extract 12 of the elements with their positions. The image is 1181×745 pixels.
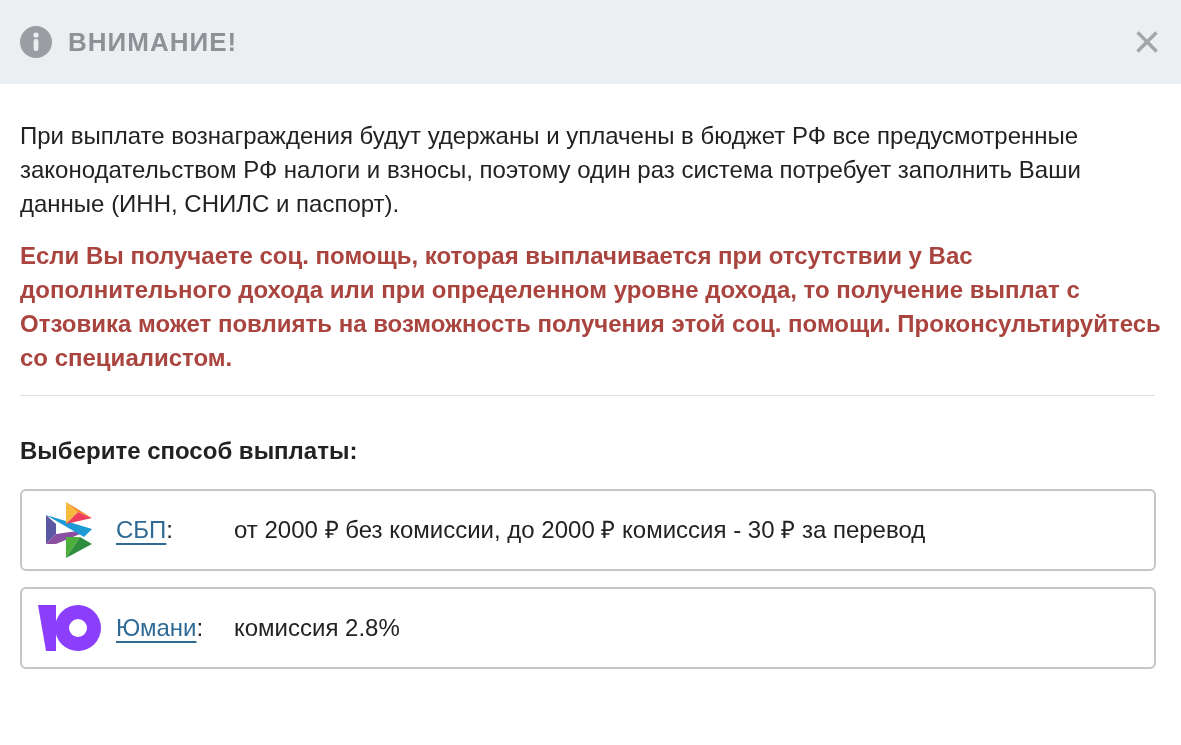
commission-text: от 2000 ₽ без комиссии, до 2000 ₽ комиссия - 30 ₽ за перевод — [234, 515, 926, 545]
payment-method-link[interactable]: СБП — [116, 512, 167, 548]
dialog-title: ВНИМАНИЕ! — [68, 25, 238, 59]
warning-text: Если Вы получаете соц. помощь, которая выплачивается при отсутствии у Вас дополнительного дохода или при определенном уровне дохода, то получение выплат с Отзовика может повлиять на возможность получения этой соц. помощи. Проконсультируйтесь со специалистом. — [20, 241, 1161, 373]
info-icon — [20, 26, 52, 58]
yoomoney-logo-icon — [38, 605, 102, 651]
notice-text: При выплате вознаграждения будут удержаны и уплачены в бюджет РФ все предусмотренные законодательством РФ налоги и взносы, поэтому один раз система потребует заполнить Ваши данные (ИНН, СНИЛС и паспорт). — [20, 121, 1082, 219]
colon-text: : — [196, 613, 204, 643]
colon-text: : — [166, 515, 173, 545]
section-heading: Выберите способ выплаты: — [20, 436, 359, 466]
payment-method-link[interactable]: Юмани — [116, 610, 197, 646]
commission-text: комиссия 2.8% — [234, 613, 400, 643]
